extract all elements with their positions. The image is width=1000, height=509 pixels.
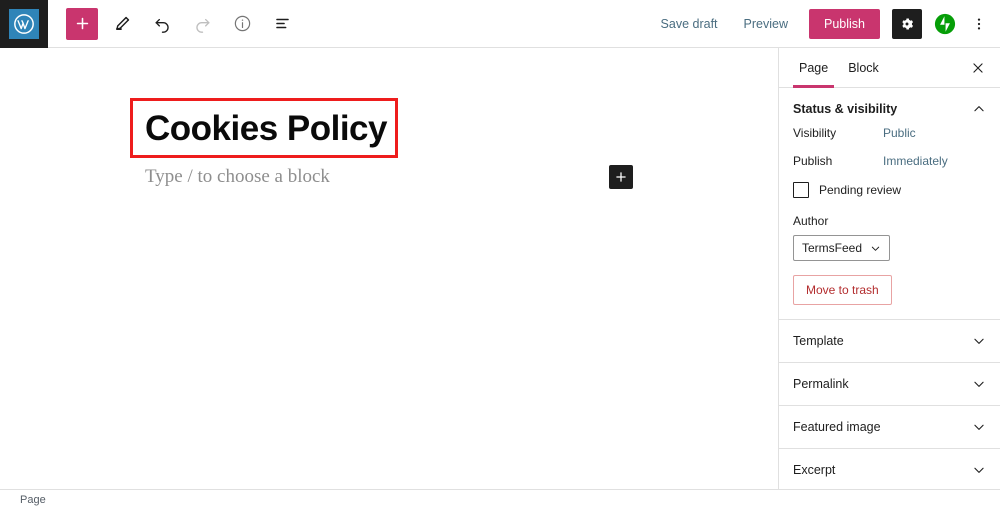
panel-permalink[interactable]: Permalink [779, 362, 1000, 405]
settings-gear-button[interactable] [892, 8, 922, 39]
editor-bottom-bar: Page [0, 489, 1000, 509]
list-view-button[interactable] [266, 8, 298, 40]
more-options-button[interactable] [966, 8, 992, 40]
editor-canvas: Cookies Policy Type / to choose a block [0, 48, 778, 489]
panel-featured-image-label: Featured image [793, 420, 881, 434]
wordpress-block-editor: Save draft Preview Publish Cookies Polic… [0, 0, 1000, 509]
panel-template[interactable]: Template [779, 319, 1000, 362]
publish-button[interactable]: Publish [809, 8, 880, 39]
add-block-button[interactable] [66, 7, 98, 40]
close-icon[interactable] [966, 56, 990, 80]
details-button[interactable] [226, 8, 258, 40]
author-label: Author [793, 214, 829, 228]
preview-button[interactable]: Preview [733, 10, 799, 38]
panel-template-label: Template [793, 334, 844, 348]
author-select[interactable]: TermsFeed [793, 235, 891, 261]
pending-review-checkbox[interactable] [793, 182, 809, 198]
pending-review-row: Pending review [793, 182, 986, 198]
editor-top-bar: Save draft Preview Publish [0, 0, 1000, 48]
settings-sidebar: Page Block Status & visibility Visibilit… [778, 48, 1000, 489]
move-to-trash-button[interactable]: Move to trash [793, 275, 892, 305]
publish-value-button[interactable]: Immediately [883, 154, 948, 168]
chevron-down-icon [972, 334, 986, 348]
panel-featured-image[interactable]: Featured image [779, 405, 1000, 448]
publish-row: Publish Immediately [793, 154, 986, 168]
tab-block[interactable]: Block [838, 49, 889, 87]
author-select-value: TermsFeed [802, 241, 863, 255]
chevron-down-icon [972, 377, 986, 391]
block-placeholder-text[interactable]: Type / to choose a block [145, 166, 330, 188]
tools-button[interactable] [106, 8, 138, 40]
block-inserter-button[interactable] [609, 165, 633, 189]
panel-permalink-label: Permalink [793, 377, 849, 391]
jetpack-button[interactable] [930, 9, 960, 39]
wordpress-logo-button[interactable] [0, 0, 48, 48]
panel-excerpt[interactable]: Excerpt [779, 448, 1000, 489]
status-visibility-panel-header[interactable]: Status & visibility [779, 88, 1000, 126]
visibility-label: Visibility [793, 126, 837, 140]
breadcrumb[interactable]: Page [0, 494, 46, 506]
chevron-down-icon [870, 243, 881, 254]
visibility-value-button[interactable]: Public [883, 126, 916, 140]
sidebar-tabs: Page Block [779, 48, 1000, 88]
chevron-down-icon [972, 420, 986, 434]
publish-label: Publish [793, 154, 833, 168]
save-draft-button[interactable]: Save draft [650, 10, 729, 38]
redo-button[interactable] [186, 8, 218, 40]
status-visibility-title: Status & visibility [793, 102, 898, 116]
undo-button[interactable] [146, 8, 178, 40]
panel-excerpt-label: Excerpt [793, 463, 836, 477]
post-title-highlight: Cookies Policy [130, 98, 398, 158]
visibility-row: Visibility Public [793, 126, 986, 140]
status-visibility-panel-body: Visibility Public Publish Immediately Pe… [779, 126, 1000, 319]
tab-page[interactable]: Page [789, 49, 838, 88]
top-bar-tools [48, 7, 298, 40]
chevron-up-icon [972, 102, 986, 116]
post-title-field[interactable]: Cookies Policy [133, 111, 387, 146]
top-bar-actions: Save draft Preview Publish [650, 8, 1000, 40]
chevron-down-icon [972, 463, 986, 477]
wordpress-logo-icon [9, 8, 39, 39]
pending-review-label: Pending review [819, 183, 902, 197]
